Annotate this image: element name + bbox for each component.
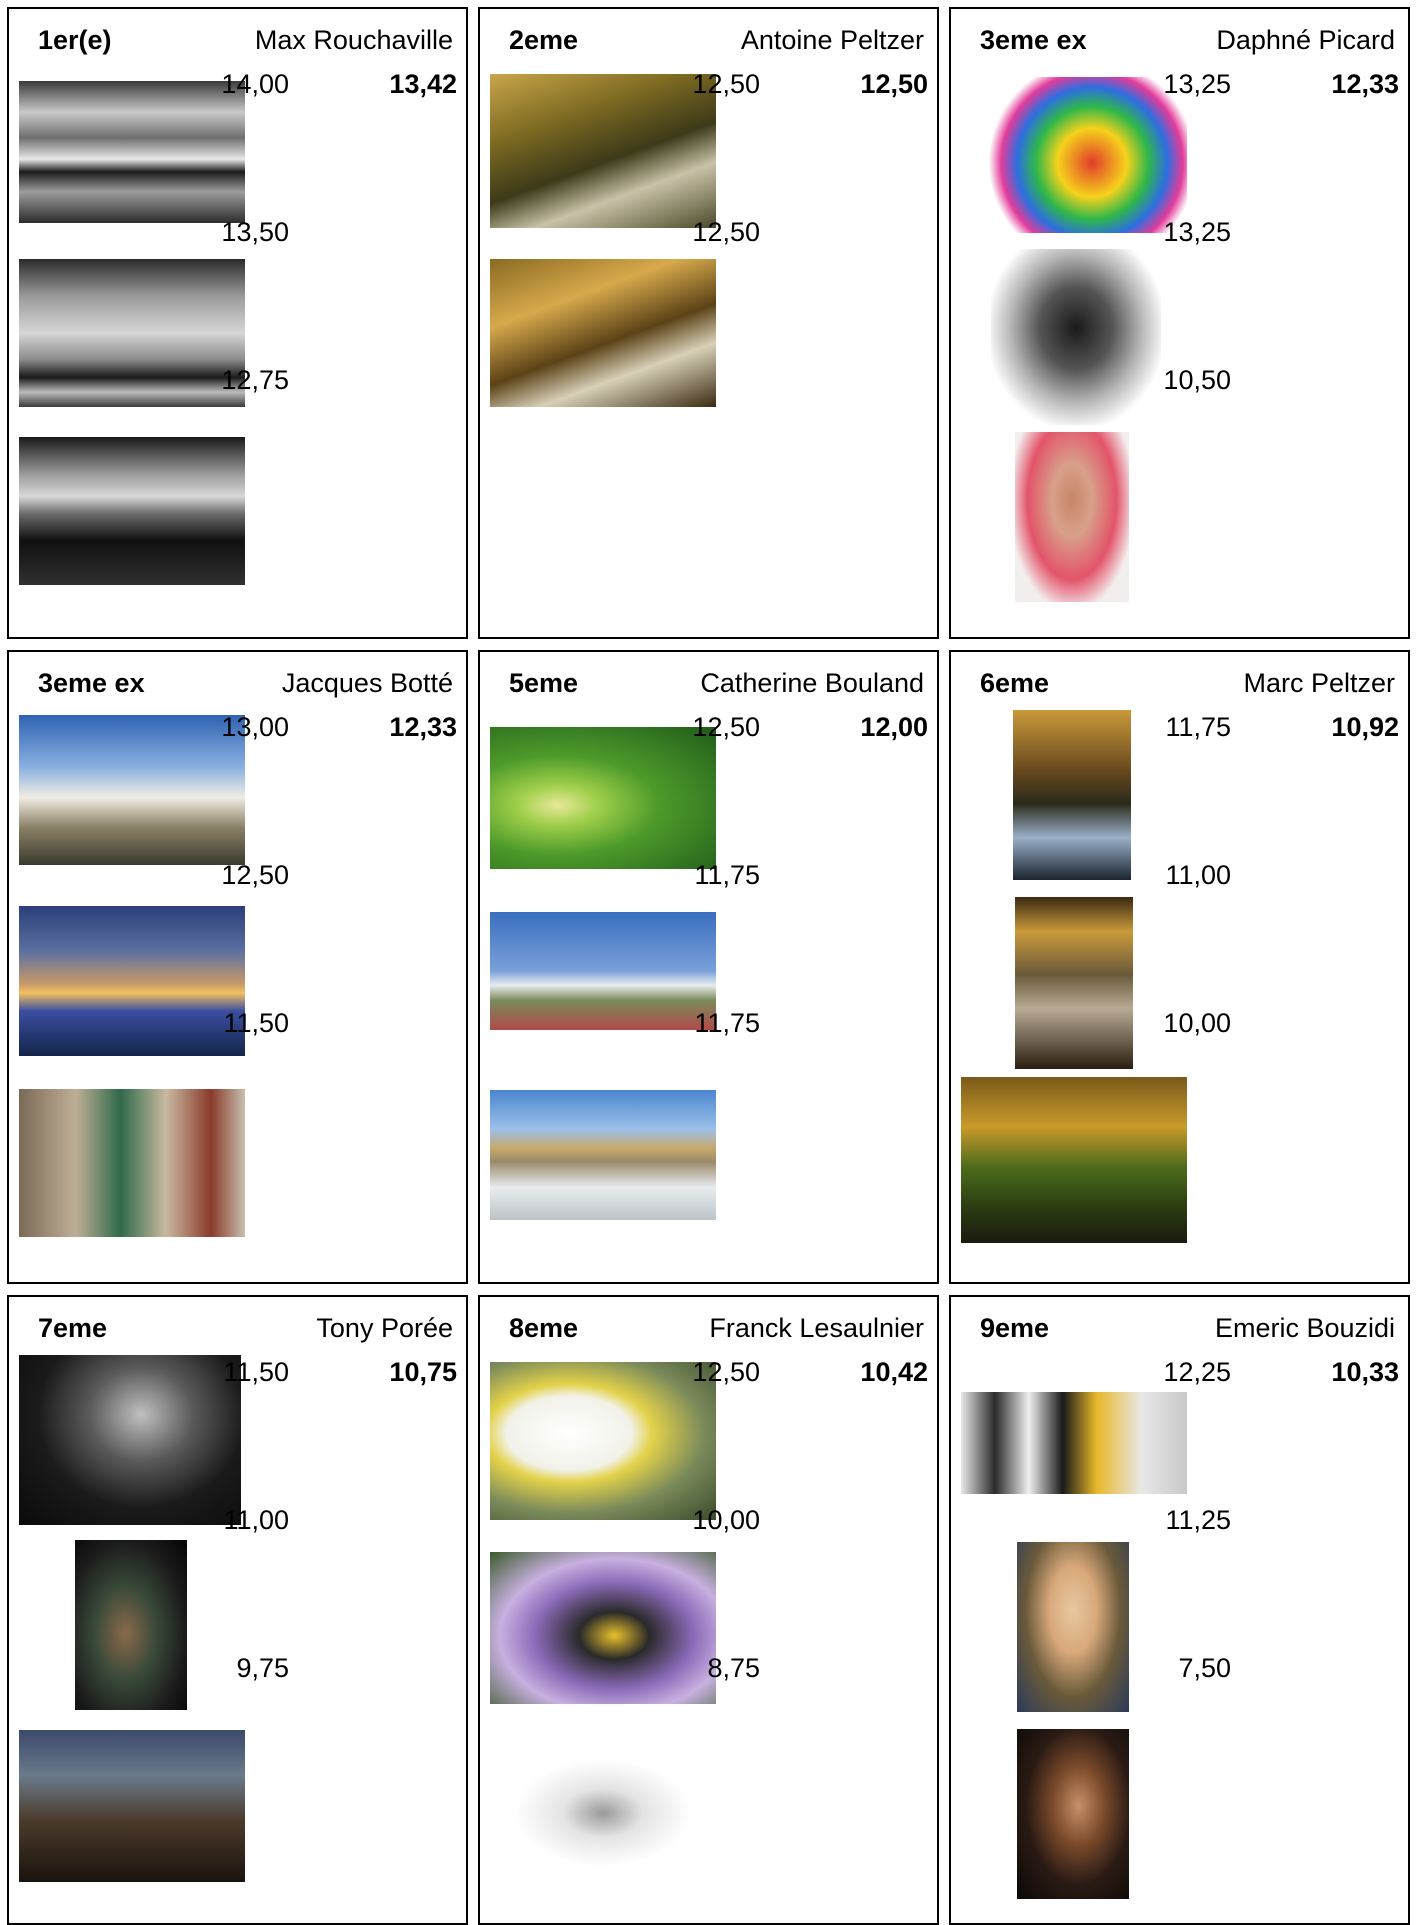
entry-card: 8eme Franck Lesaulnier 12,50 10,00 8,75 10,42: [478, 1295, 939, 1925]
average-score: 10,42: [860, 1357, 928, 1387]
rank-label: 3eme ex: [980, 25, 1087, 55]
average-score: 10,33: [1331, 1357, 1399, 1387]
photographer-name: Tony Porée: [316, 1313, 453, 1343]
versailles-swans-photo: [490, 1090, 716, 1220]
photo-score: 12,50: [692, 217, 760, 247]
entry-card: 9eme Emeric Bouzidi 12,25 11,25 7,50 10,33: [949, 1295, 1410, 1925]
photographer-name: Antoine Peltzer: [740, 25, 924, 55]
cascade-rocks-photo: [1015, 897, 1133, 1069]
photo-score: 11,75: [694, 1008, 760, 1038]
lizard-bw-photo: [490, 1744, 716, 1882]
photo-score: 13,25: [1163, 217, 1231, 247]
photographer-name: Marc Peltzer: [1243, 668, 1395, 698]
photo-score: 11,00: [1165, 860, 1231, 890]
rank-label: 2eme: [509, 25, 579, 55]
child-portrait-photo: [1017, 1542, 1129, 1712]
photographer-name: Max Rouchaville: [254, 25, 453, 55]
photo-score: 11,50: [223, 1008, 289, 1038]
average-score: 12,00: [860, 712, 928, 742]
rank-label: 3eme ex: [38, 668, 145, 698]
mossy-rocks-forest-photo: [961, 1077, 1187, 1243]
photo-score: 8,75: [707, 1653, 760, 1683]
woman-portrait-bw-photo: [991, 249, 1161, 425]
entry-card: 1er(e) Max Rouchaville 14,00 13,50 12,75 13,4…: [7, 7, 468, 639]
photo-score: 12,50: [692, 69, 760, 99]
photo-score: 13,25: [1163, 69, 1231, 99]
photo-score: 11,25: [1165, 1505, 1231, 1535]
photo-score: 12,25: [1163, 1357, 1231, 1387]
rank-label: 1er(e): [38, 25, 112, 55]
photo-score: 13,50: [221, 217, 289, 247]
average-score: 12,50: [860, 69, 928, 99]
ice-hockey-photo: [961, 1392, 1187, 1494]
photographer-name: Catherine Bouland: [700, 668, 924, 698]
entry-card: 3eme ex Jacques Botté 13,00 12,50 11,50 12,33: [7, 650, 468, 1284]
village-shop-street-photo: [19, 1089, 245, 1237]
man-portrait-night-photo: [1017, 1729, 1129, 1899]
photo-score: 12,50: [692, 712, 760, 742]
guitarist-outdoor-dusk-photo: [19, 1730, 245, 1882]
green-caterpillar-photo: [490, 727, 716, 869]
entry-card: 3eme ex Daphné Picard 13,25 13,25 10,50 12,33: [949, 7, 1410, 639]
guitarist-night-photo: [75, 1540, 187, 1710]
photo-score: 9,75: [236, 1653, 289, 1683]
photo-score: 13,00: [221, 712, 289, 742]
woman-pink-dress-photo: [1015, 432, 1129, 602]
photo-score: 10,00: [692, 1505, 760, 1535]
photo-score: 11,75: [694, 860, 760, 890]
entry-card: 5eme Catherine Bouland 12,50 11,75 11,75 12,0…: [478, 650, 939, 1284]
rank-label: 8eme: [509, 1313, 579, 1343]
photo-score: 11,75: [1165, 712, 1231, 742]
lips-lollipop-photo: [961, 77, 1187, 233]
entry-card: 7eme Tony Porée 11,50 11,00 9,75 10,75: [7, 1295, 468, 1925]
photo-score: 12,50: [692, 1357, 760, 1387]
photo-score: 11,50: [223, 1357, 289, 1387]
photographer-name: Jacques Botté: [281, 668, 453, 698]
average-score: 12,33: [1331, 69, 1399, 99]
entry-card: 6eme Marc Peltzer 11,75 11,00 10,00 10,92: [949, 650, 1410, 1284]
average-score: 13,42: [389, 69, 457, 99]
rank-label: 7eme: [38, 1313, 108, 1343]
photographer-name: Franck Lesaulnier: [709, 1313, 924, 1343]
rank-label: 5eme: [509, 668, 579, 698]
photo-score: 10,50: [1163, 365, 1231, 395]
photographer-name: Daphné Picard: [1216, 25, 1395, 55]
cloudy-lake-bw-photo: [19, 81, 245, 223]
forest-waterfall-photo: [1013, 710, 1131, 880]
entry-card: 2eme Antoine Peltzer 12,50 12,50 12,50: [478, 7, 939, 639]
rank-label: 9eme: [980, 1313, 1050, 1343]
photo-score: 10,00: [1163, 1008, 1231, 1038]
photo-score: 11,00: [223, 1505, 289, 1535]
photo-score: 12,50: [221, 860, 289, 890]
rank-label: 6eme: [980, 668, 1050, 698]
results-grid: 1er(e) Max Rouchaville 14,00 13,50 12,75 13,4…: [0, 0, 1416, 1925]
autumn-river-trees-photo: [490, 259, 716, 407]
average-score: 10,75: [389, 1357, 457, 1387]
photo-score: 7,50: [1178, 1653, 1231, 1683]
average-score: 10,92: [1331, 712, 1399, 742]
photographer-name: Emeric Bouzidi: [1214, 1313, 1395, 1343]
photo-score: 14,00: [221, 69, 289, 99]
average-score: 12,33: [389, 712, 457, 742]
photo-score: 12,75: [221, 365, 289, 395]
harbor-boat-bw-photo: [19, 437, 245, 585]
